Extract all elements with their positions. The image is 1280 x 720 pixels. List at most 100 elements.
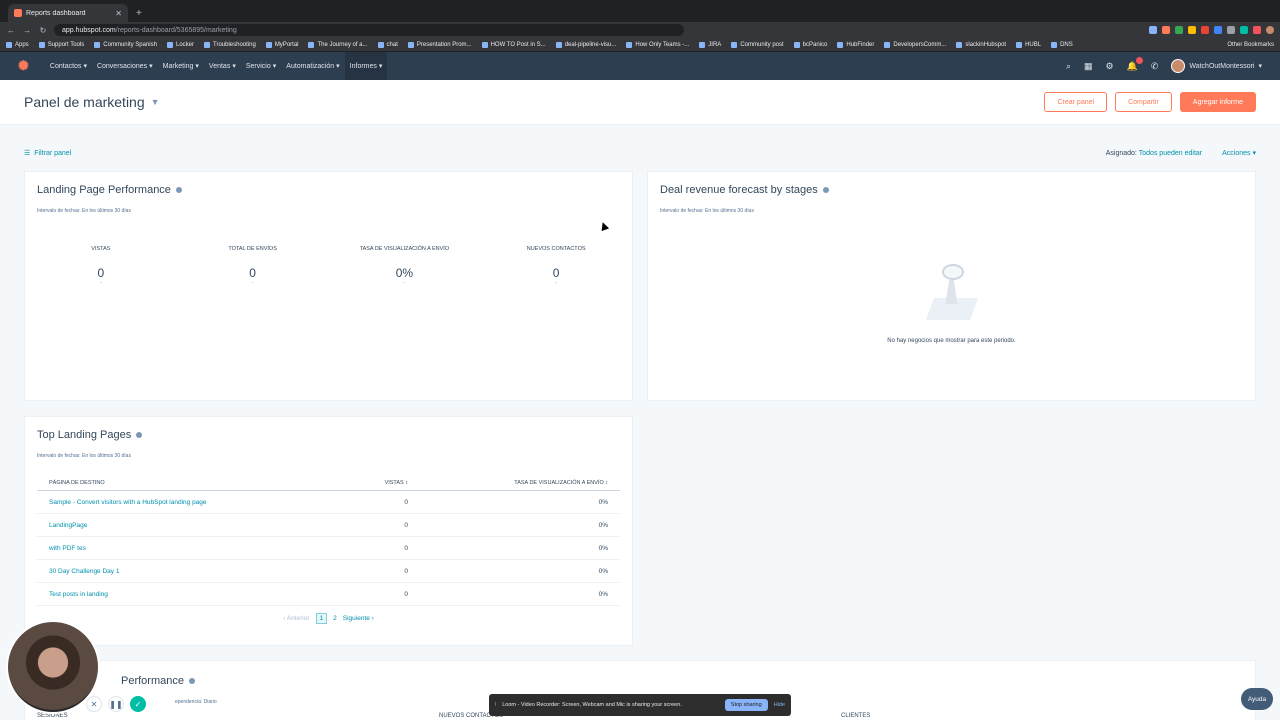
previous-page-button[interactable]: ‹ Anterior	[283, 615, 309, 622]
dashboard-selector[interactable]: Panel de marketing ▼	[24, 94, 160, 110]
extension-icon[interactable]	[1253, 26, 1261, 34]
notifications-icon[interactable]: 🔔	[1127, 56, 1143, 72]
bookmark-item[interactable]: Locker	[166, 41, 194, 48]
nav-item-automation[interactable]: Automatización ▾	[281, 52, 344, 80]
bookmark-item[interactable]: How Only Teams -...	[626, 41, 689, 48]
extension-icon[interactable]	[1188, 26, 1196, 34]
hubspot-favicon-icon	[14, 9, 22, 17]
back-icon[interactable]: ←	[6, 26, 16, 35]
bookmark-item[interactable]: Community Spanish	[94, 41, 157, 48]
nav-item-conversations[interactable]: Conversaciones ▾	[92, 52, 158, 80]
pagination: ‹ Anterior 1 2 Siguiente ›	[25, 613, 632, 624]
column-header-rate[interactable]: TASA DE VISUALIZACIÓN A ENVÍO ↕	[408, 480, 608, 486]
bookmark-item[interactable]: The Journey of a...	[308, 41, 368, 48]
extension-icon[interactable]	[1162, 26, 1170, 34]
extension-icon[interactable]	[1201, 26, 1209, 34]
bookmark-item[interactable]: chat	[377, 41, 398, 48]
bookmark-item[interactable]: bcPanico	[793, 41, 827, 48]
star-icon[interactable]	[1149, 26, 1157, 34]
bookmark-item[interactable]: HOW TO Post in S...	[481, 41, 546, 48]
info-icon[interactable]	[188, 678, 195, 684]
landing-page-link[interactable]: with PDF tes	[49, 545, 318, 552]
landing-page-link[interactable]: LandingPage	[49, 522, 318, 529]
url-input[interactable]: app.hubspot.com/reports-dashboard/536589…	[54, 24, 684, 36]
actions-dropdown[interactable]: Acciones ▾	[1222, 149, 1256, 157]
bookmark-icon	[555, 41, 562, 48]
marketplace-icon[interactable]: ▦	[1084, 61, 1093, 72]
bookmark-item[interactable]: DNS	[1051, 41, 1073, 48]
bookmark-item[interactable]: MyPortal	[265, 41, 298, 48]
extension-icon[interactable]	[1227, 26, 1235, 34]
info-icon[interactable]	[175, 187, 182, 193]
stop-sharing-button[interactable]: Stop sharing	[724, 699, 768, 711]
search-icon[interactable]: ⌕	[1066, 61, 1071, 72]
bookmark-icon	[1016, 41, 1023, 48]
account-menu[interactable]: WatchOutMontessori ▾	[1171, 59, 1262, 73]
bookmark-item[interactable]: Support Tools	[38, 41, 84, 48]
bookmark-item[interactable]: HUBL	[1016, 41, 1041, 48]
share-button[interactable]: Compartir	[1115, 92, 1172, 112]
extension-icon[interactable]	[1175, 26, 1183, 34]
bookmark-item[interactable]: Apps	[6, 41, 29, 48]
reload-icon[interactable]: ↻	[38, 26, 48, 35]
landing-page-link[interactable]: Test posts in landing	[49, 591, 318, 598]
kpi-conversion-rate: TASA DE VISUALIZACIÓN A ENVÍO 0% -	[359, 246, 450, 286]
column-header-page[interactable]: PÁGINA DE DESTINO	[49, 480, 318, 486]
close-icon[interactable]: ✕	[115, 9, 122, 18]
nav-utilities: ⌕ ▦ ⚙ 🔔 ✆ WatchOutMontessori ▾	[1066, 56, 1262, 73]
column-header-views[interactable]: VISTAS ↕	[318, 480, 408, 486]
nav-item-marketing[interactable]: Marketing ▾	[158, 52, 204, 80]
bookmark-item[interactable]: deal-pipeline-visu...	[555, 41, 616, 48]
drag-handle-icon[interactable]: ⦙	[495, 702, 496, 709]
calling-icon[interactable]: ✆	[1151, 61, 1159, 72]
kpi-submissions: TOTAL DE ENVÍOS 0-	[228, 246, 277, 286]
bookmark-item[interactable]: Presentation Prom...	[407, 41, 472, 48]
next-page-button[interactable]: Siguiente ›	[343, 615, 374, 622]
extension-icon[interactable]	[1240, 26, 1248, 34]
filter-right: Asignado: Todos pueden editar Acciones ▾	[1106, 149, 1256, 158]
cancel-recording-icon[interactable]: ✕	[86, 696, 102, 712]
info-icon[interactable]	[136, 432, 143, 438]
kpi-views: VISTAS 0-	[91, 246, 111, 286]
filter-dashboard-button[interactable]: ☰ Filtrar panel	[24, 149, 71, 158]
add-report-button[interactable]: Agregar informe	[1179, 92, 1256, 112]
hubspot-nav: ✺ Contactos ▾ Conversaciones ▾ Marketing…	[0, 52, 1280, 80]
table-row: LandingPage 0 0%	[37, 514, 620, 537]
forward-icon[interactable]: →	[22, 26, 32, 35]
nav-item-sales[interactable]: Ventas ▾	[204, 52, 241, 80]
card-subtitle: Intervalo de fechas: En los últimos 30 d…	[37, 453, 131, 459]
extension-icon[interactable]	[1214, 26, 1222, 34]
bookmark-icon	[308, 41, 315, 48]
other-bookmarks[interactable]: Other Bookmarks	[1227, 42, 1274, 48]
nav-item-contacts[interactable]: Contactos ▾	[45, 52, 92, 80]
page-1-button[interactable]: 1	[315, 613, 328, 624]
bookmark-item[interactable]: slackinHubspot	[956, 41, 1006, 48]
caret-down-icon: ▼	[150, 97, 160, 107]
card-title: Deal revenue forecast by stages	[660, 184, 829, 196]
landing-page-link[interactable]: 30 Day Challenge Day 1	[49, 568, 318, 575]
create-dashboard-button[interactable]: Crear panel	[1044, 92, 1108, 112]
browser-tab[interactable]: Reports dashboard ✕	[8, 4, 128, 22]
help-button[interactable]: Ayuda	[1241, 688, 1273, 710]
hubspot-logo-icon[interactable]: ✺	[18, 58, 29, 74]
bookmark-item[interactable]: JIRA	[699, 41, 721, 48]
landing-page-link[interactable]: Sample - Convert visitors with a HubSpot…	[49, 499, 318, 506]
finish-recording-icon[interactable]: ✓	[130, 696, 146, 712]
bookmark-item[interactable]: HubFinder	[837, 41, 874, 48]
pause-icon[interactable]: ❚❚	[108, 696, 124, 712]
page-2-button[interactable]: 2	[333, 615, 337, 622]
bookmark-item[interactable]: Community post	[731, 41, 784, 48]
bookmark-item[interactable]: DevelopersComm...	[884, 41, 946, 48]
bookmarks-bar: Apps Support Tools Community Spanish Loc…	[0, 38, 1280, 52]
assigned-info[interactable]: Asignado: Todos pueden editar	[1106, 150, 1202, 157]
nav-item-service[interactable]: Servicio ▾	[241, 52, 281, 80]
nav-item-reports[interactable]: Informes ▾	[344, 52, 388, 80]
card-subtitle: Intervalo de fechas: En los últimos 30 d…	[660, 208, 754, 214]
bookmark-item[interactable]: Troubleshooting	[204, 41, 256, 48]
hide-button[interactable]: Hide	[774, 702, 785, 708]
info-icon[interactable]	[822, 187, 829, 193]
card-title: Top Landing Pages	[37, 429, 143, 441]
new-tab-icon[interactable]: +	[128, 8, 150, 22]
profile-avatar-icon[interactable]	[1266, 26, 1274, 34]
gear-icon[interactable]: ⚙	[1106, 61, 1114, 72]
